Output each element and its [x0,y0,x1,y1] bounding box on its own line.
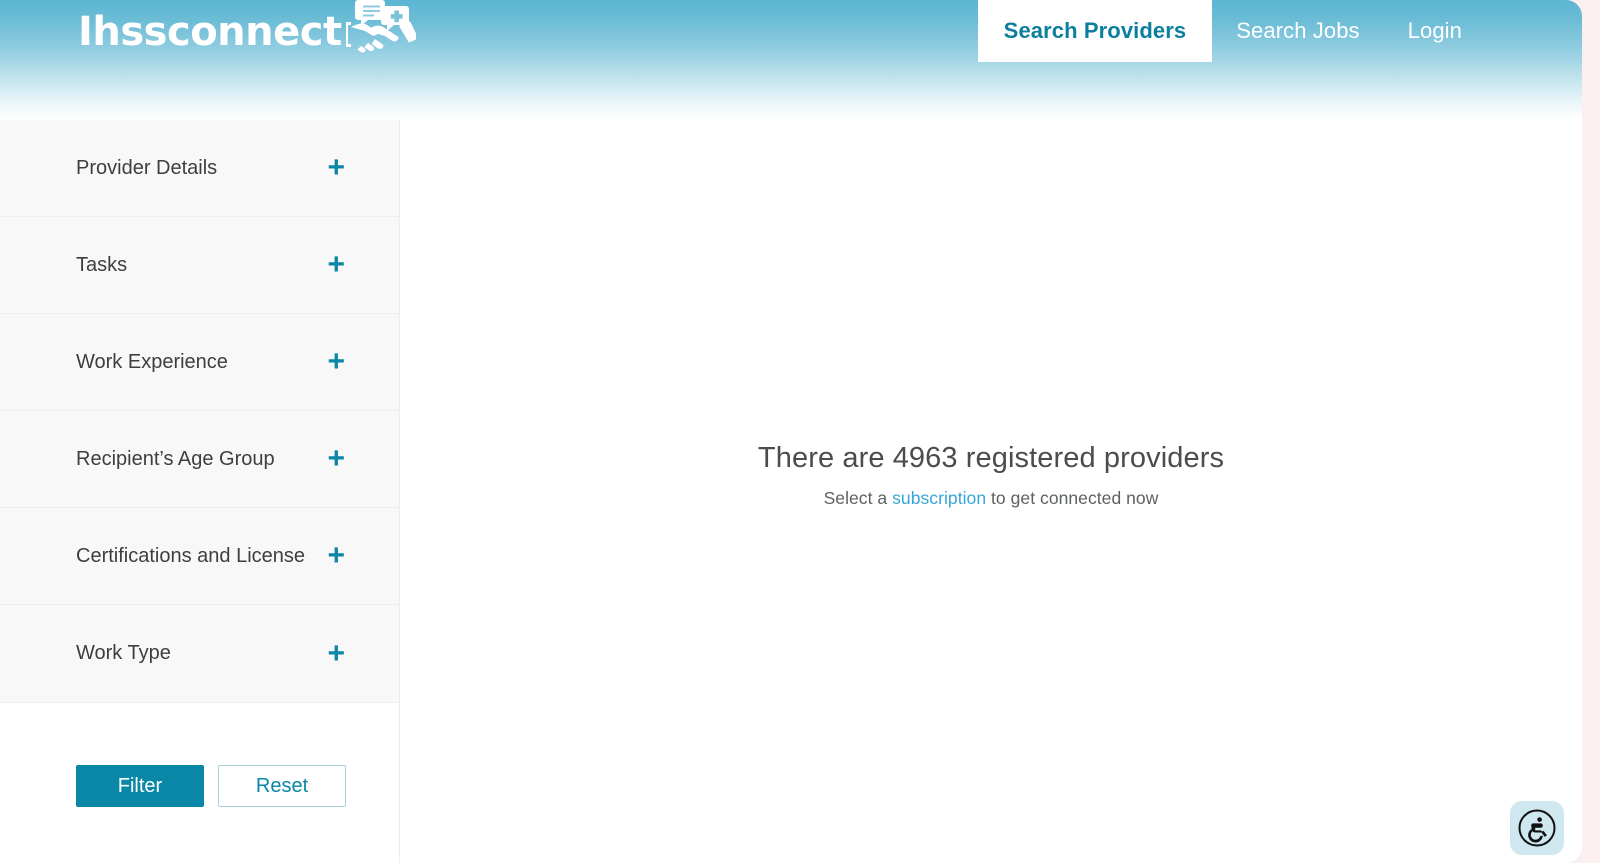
filter-section-provider-details[interactable]: Provider Details + [0,120,399,217]
filter-section-work-experience[interactable]: Work Experience + [0,314,399,411]
filter-accordion: Provider Details + Tasks + Work Experien… [0,120,399,703]
primary-nav: Search Providers Search Jobs Login [977,0,1486,62]
results-empty-state: There are 4963 registered providers Sele… [400,441,1582,509]
plus-icon[interactable]: + [327,638,345,669]
filter-section-work-type[interactable]: Work Type + [0,605,399,702]
filter-section-tasks[interactable]: Tasks + [0,217,399,314]
page-body: Provider Details + Tasks + Work Experien… [0,120,1582,863]
filter-section-certifications-and-license[interactable]: Certifications and License + [0,508,399,605]
filter-actions: Filter Reset [0,703,399,807]
nav-item-login[interactable]: Login [1384,0,1486,62]
wheelchair-accessibility-icon [1518,809,1556,847]
nav-item-search-providers[interactable]: Search Providers [977,0,1213,62]
plus-icon[interactable]: + [327,250,345,280]
site-logo[interactable]: IHSSconnect [78,0,417,59]
subline-text-after: to get connected now [986,487,1159,508]
filter-section-recipients-age-group[interactable]: Recipient’s Age Group + [0,411,399,508]
handshake-speech-bubble-medical-icon [342,0,417,59]
filter-section-label: Tasks [76,253,128,276]
filter-section-label: Work Type [76,642,171,664]
page-shell: IHSSconnect [0,0,1582,863]
plus-icon[interactable]: + [327,444,345,474]
plus-icon[interactable]: + [327,541,345,571]
results-heading: There are 4963 registered providers [757,442,1225,474]
plus-icon[interactable]: + [327,347,345,377]
filter-button[interactable]: Filter [76,765,204,807]
filter-sidebar: Provider Details + Tasks + Work Experien… [0,120,400,863]
accessibility-widget-button[interactable] [1510,801,1564,855]
plus-icon[interactable]: + [327,153,345,183]
site-header: IHSSconnect [0,0,1582,120]
subscription-link[interactable]: subscription [892,488,986,508]
filter-section-label: Provider Details [76,156,218,179]
logo-wordmark: IHSSconnect [78,8,342,55]
results-panel: There are 4963 registered providers Sele… [400,120,1582,863]
subline-text-before: Select a [823,487,893,508]
nav-item-search-jobs[interactable]: Search Jobs [1212,0,1383,62]
reset-button[interactable]: Reset [218,765,346,807]
filter-section-label: Certifications and License [76,544,306,567]
filter-section-label: Recipient’s Age Group [76,447,275,470]
results-subline: Select a subscription to get connected n… [400,488,1582,509]
filter-section-label: Work Experience [76,350,228,373]
